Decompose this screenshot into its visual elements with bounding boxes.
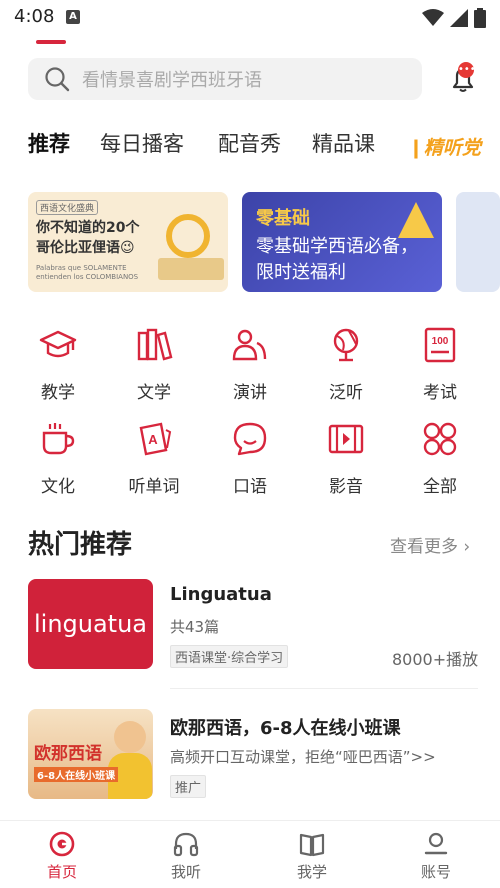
- home-logo-icon: [49, 831, 75, 857]
- category-label: 口语: [233, 477, 267, 497]
- banner-beginner-spanish[interactable]: 零基础 零基础学西语必备， 限时送福利: [242, 192, 442, 292]
- category-label: 全部: [423, 477, 457, 497]
- search-placeholder: 看情景喜剧学西班牙语: [82, 70, 262, 91]
- chat-bubble-icon: [233, 422, 267, 456]
- course-tag: 西语课堂·综合学习: [170, 645, 289, 668]
- tab-intensive-listening[interactable]: ❙精听党: [404, 133, 485, 159]
- nav-label: 账号: [420, 863, 451, 881]
- category-label: 文学: [137, 383, 171, 403]
- app-notification-icon: A: [66, 10, 80, 24]
- category-label: 考试: [423, 383, 457, 403]
- nav-label: 我学: [296, 863, 327, 881]
- divider: [170, 688, 478, 689]
- category-exam[interactable]: 100 考试: [400, 326, 480, 403]
- category-label: 演讲: [233, 383, 267, 403]
- books-icon: [137, 328, 173, 361]
- category-label: 听单词: [128, 477, 180, 497]
- category-label: 泛听: [329, 383, 363, 403]
- nav-account[interactable]: 账号: [396, 831, 476, 882]
- tab-daily-podcast[interactable]: 每日播客: [100, 128, 184, 158]
- category-literature[interactable]: 文学: [114, 326, 194, 403]
- status-indicators: [422, 8, 486, 28]
- category-audio-video[interactable]: 影音: [306, 420, 386, 497]
- category-culture[interactable]: 文化: [18, 420, 98, 497]
- svg-text:A: A: [148, 432, 158, 447]
- banner-colombian-slang[interactable]: 西语文化盛典 你不知道的20个 哥伦比亚俚语😉 Palabras que SOL…: [28, 192, 228, 292]
- banner-caption: 零基础学西语必备， 限时送福利: [256, 236, 418, 283]
- course-play-count: 8000+播放: [392, 650, 479, 669]
- nav-listen[interactable]: 我听: [146, 831, 226, 882]
- graduation-cap-icon: [39, 330, 77, 358]
- film-icon: [328, 424, 364, 454]
- category-extensive-listening[interactable]: 泛听: [306, 326, 386, 403]
- category-teaching[interactable]: 教学: [18, 326, 98, 403]
- tab-premium-course[interactable]: 精品课: [312, 128, 375, 158]
- tab-recommend[interactable]: 推荐: [28, 128, 70, 158]
- arrow-illustration: [398, 202, 434, 238]
- category-label: 影音: [329, 477, 363, 497]
- bottom-navigation: 首页 我听 我学 账号: [0, 820, 500, 888]
- category-speech[interactable]: 演讲: [210, 326, 290, 403]
- exam-100-icon: 100: [424, 327, 456, 363]
- active-tab-indicator: [36, 40, 66, 44]
- speaker-people-icon: [232, 329, 267, 361]
- nav-label: 首页: [46, 863, 77, 881]
- word-card-icon: A: [139, 422, 172, 456]
- ad-cover[interactable]: 欧那西语 6-8人在线小班课: [28, 709, 153, 799]
- category-all[interactable]: 全部: [400, 420, 480, 497]
- course-episode-count: 共43篇: [170, 618, 220, 636]
- section-title: 热门推荐: [28, 530, 133, 560]
- chevron-right-icon: ›: [463, 537, 471, 557]
- cup-icon: [42, 423, 75, 455]
- banner-title: 你不知道的20个 哥伦比亚俚语😉: [36, 220, 140, 256]
- search-input[interactable]: 看情景喜剧学西班牙语: [28, 58, 422, 100]
- open-book-icon: [299, 833, 325, 857]
- banner-headline: 零基础: [256, 208, 310, 229]
- battery-icon: [474, 8, 486, 28]
- course-cover[interactable]: linguatua: [28, 579, 153, 669]
- user-icon: [424, 832, 448, 855]
- signal-icon: [450, 9, 468, 27]
- tab-dubbing-show[interactable]: 配音秀: [218, 128, 281, 158]
- search-icon: [45, 67, 70, 92]
- wifi-icon: [422, 9, 444, 26]
- ad-cover-subtitle: 6-8人在线小班课: [34, 767, 119, 782]
- person-illustration: [114, 721, 146, 753]
- see-more-link[interactable]: 查看更多 ›: [390, 532, 470, 557]
- book-illustration: [158, 258, 224, 280]
- nav-label: 我听: [170, 863, 201, 881]
- globe-icon: [333, 328, 359, 362]
- status-time: 4:08: [14, 6, 55, 27]
- status-bar: 4:08 A: [0, 0, 500, 34]
- svg-text:100: 100: [432, 336, 449, 347]
- course-title[interactable]: Linguatua: [170, 584, 272, 605]
- nav-learn[interactable]: 我学: [272, 831, 352, 882]
- category-listen-words[interactable]: A 听单词: [114, 420, 194, 497]
- notification-badge: •••: [458, 62, 476, 78]
- magnifier-illustration: [166, 214, 210, 258]
- category-label: 教学: [41, 383, 75, 403]
- banner-peek-next[interactable]: [456, 192, 500, 292]
- category-speaking[interactable]: 口语: [210, 420, 290, 497]
- ad-cover-title: 欧那西语: [34, 744, 102, 764]
- banner-subtitle: Palabras que SOLAMENTE entienden los COL…: [36, 264, 139, 281]
- headphones-icon: [173, 832, 199, 857]
- category-label: 文化: [41, 477, 75, 497]
- ad-title[interactable]: 欧那西语，6-8人在线小班课: [170, 714, 401, 740]
- ad-description: 高频开口互动课堂，拒绝“哑巴西语”>>: [170, 748, 436, 766]
- banner-tag: 西语文化盛典: [36, 200, 99, 215]
- nav-home[interactable]: 首页: [22, 831, 102, 882]
- grid-all-icon: [423, 422, 457, 456]
- ad-badge: 推广: [170, 775, 207, 798]
